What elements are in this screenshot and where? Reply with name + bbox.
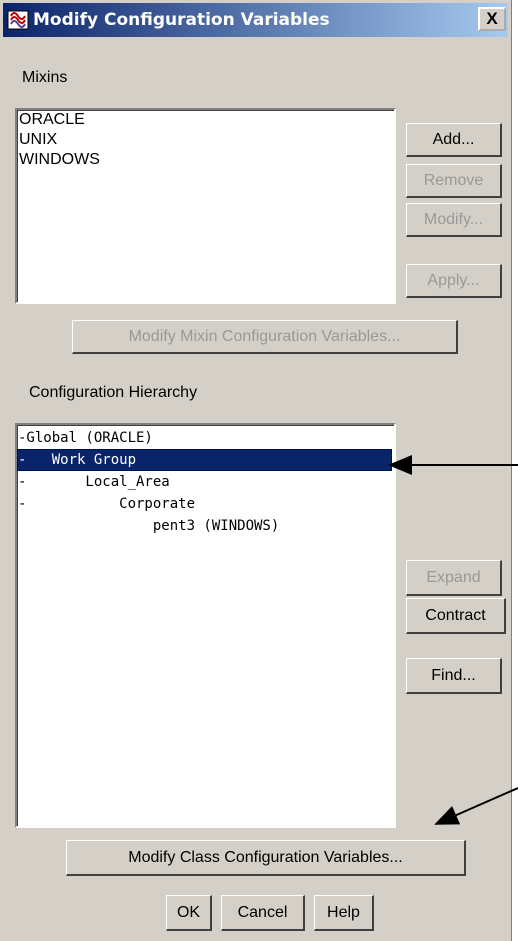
mixins-list[interactable]: ORACLE UNIX WINDOWS xyxy=(15,108,396,304)
title-bar[interactable]: Modify Configuration Variables X xyxy=(3,3,508,37)
configuration-hierarchy-label: Configuration Hierarchy xyxy=(29,384,198,401)
mixins-label: Mixins xyxy=(22,69,68,86)
modify-mixin-variables-button[interactable]: Modify Mixin Configuration Variables... xyxy=(72,320,458,354)
list-item[interactable]: WINDOWS xyxy=(17,150,394,170)
tree-item-pent3[interactable]: pent3 (WINDOWS) xyxy=(17,515,394,537)
apply-mixin-button[interactable]: Apply... xyxy=(406,264,502,298)
modify-mixin-button[interactable]: Modify... xyxy=(406,203,502,237)
close-icon: X xyxy=(486,9,498,28)
tree-item-global[interactable]: -Global (ORACLE) xyxy=(17,427,394,449)
list-item[interactable]: UNIX xyxy=(17,130,394,150)
app-icon xyxy=(7,10,29,30)
configuration-dialog: Modify Configuration Variables X Mixins … xyxy=(0,0,512,941)
window-title: Modify Configuration Variables xyxy=(33,10,330,30)
ok-button[interactable]: OK xyxy=(166,895,212,931)
list-item[interactable]: ORACLE xyxy=(17,110,394,130)
remove-mixin-button[interactable]: Remove xyxy=(406,164,502,198)
add-mixin-button[interactable]: Add... xyxy=(406,123,502,157)
find-button[interactable]: Find... xyxy=(406,658,502,694)
contract-button[interactable]: Contract xyxy=(406,598,506,634)
modify-class-variables-button[interactable]: Modify Class Configuration Variables... xyxy=(66,840,466,876)
expand-button[interactable]: Expand xyxy=(406,560,502,596)
tree-item-corporate[interactable]: - Corporate xyxy=(17,493,394,515)
tree-item-local-area[interactable]: - Local_Area xyxy=(17,471,394,493)
tree-item-work-group[interactable]: - Work Group xyxy=(17,449,392,471)
close-button[interactable]: X xyxy=(478,7,506,31)
configuration-hierarchy-tree[interactable]: -Global (ORACLE) - Work Group - Local_Ar… xyxy=(15,423,396,828)
help-button[interactable]: Help xyxy=(314,895,374,931)
cancel-button[interactable]: Cancel xyxy=(221,895,305,931)
